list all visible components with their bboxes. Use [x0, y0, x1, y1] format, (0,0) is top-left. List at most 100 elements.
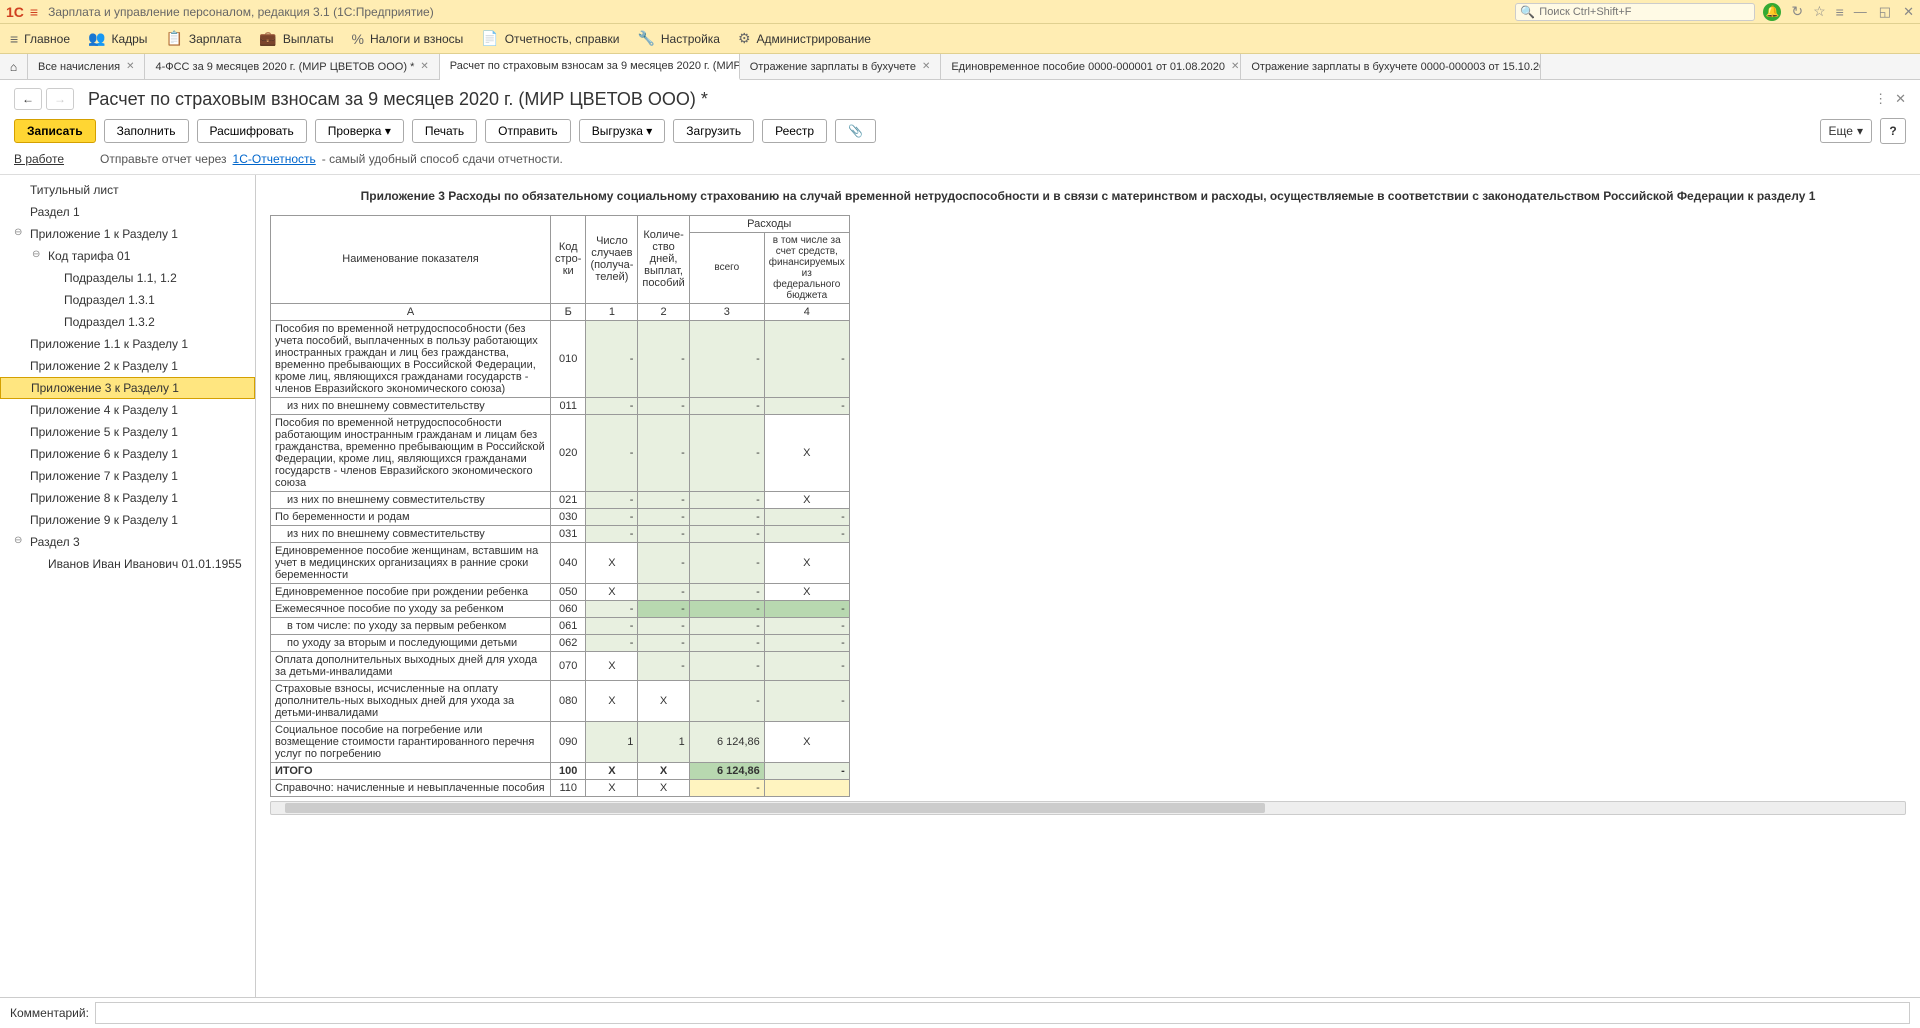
cell-c2[interactable]: -: [638, 542, 689, 583]
cell-c3[interactable]: -: [689, 779, 764, 796]
cell-c4[interactable]: -: [764, 600, 849, 617]
tree-item[interactable]: Код тарифа 01: [0, 245, 255, 267]
cell-c1[interactable]: -: [586, 397, 638, 414]
cell-c3[interactable]: -: [689, 414, 764, 491]
history-icon[interactable]: ↻: [1791, 3, 1803, 20]
cell-c1[interactable]: -: [586, 491, 638, 508]
close-icon[interactable]: ✕: [1903, 4, 1914, 20]
tree-item[interactable]: Раздел 3: [0, 531, 255, 553]
cell-c3[interactable]: -: [689, 542, 764, 583]
write-button[interactable]: Записать: [14, 119, 96, 143]
decode-button[interactable]: Расшифровать: [197, 119, 307, 143]
cell-c1[interactable]: -: [586, 508, 638, 525]
cell-c2[interactable]: -: [638, 320, 689, 397]
cell-c1[interactable]: -: [586, 617, 638, 634]
cell-c3[interactable]: 6 124,86: [689, 762, 764, 779]
upload-button[interactable]: Выгрузка ▾: [579, 119, 666, 143]
cell-c3[interactable]: -: [689, 320, 764, 397]
cell-c2[interactable]: -: [638, 617, 689, 634]
cell-c1[interactable]: -: [586, 525, 638, 542]
cell-c4[interactable]: -: [764, 397, 849, 414]
menu-payments[interactable]: 💼Выплаты: [259, 30, 333, 47]
cell-c2[interactable]: -: [638, 600, 689, 617]
tree-item[interactable]: Приложение 3 к Разделу 1: [0, 377, 255, 399]
tab-3[interactable]: Отражение зарплаты в бухучете✕: [740, 54, 942, 79]
cell-c2[interactable]: 1: [638, 721, 689, 762]
tree-item[interactable]: Раздел 1: [0, 201, 255, 223]
tree-item[interactable]: Приложение 7 к Разделу 1: [0, 465, 255, 487]
menu-personnel[interactable]: 👥Кадры: [88, 30, 147, 47]
bell-icon[interactable]: 🔔: [1763, 3, 1781, 21]
cell-c1[interactable]: -: [586, 600, 638, 617]
download-button[interactable]: Загрузить: [673, 119, 754, 143]
cell-c2[interactable]: -: [638, 414, 689, 491]
close-page-icon[interactable]: ✕: [1895, 91, 1906, 107]
close-icon[interactable]: ✕: [1231, 61, 1239, 72]
cell-c2[interactable]: -: [638, 491, 689, 508]
status-label[interactable]: В работе: [14, 152, 64, 166]
tree-item[interactable]: Приложение 1.1 к Разделу 1: [0, 333, 255, 355]
tree-item[interactable]: Титульный лист: [0, 179, 255, 201]
tab-0[interactable]: Все начисления✕: [28, 54, 145, 79]
forward-button[interactable]: →: [46, 88, 74, 110]
menu-salary[interactable]: 📋Зарплата: [165, 30, 241, 47]
check-button[interactable]: Проверка ▾: [315, 119, 404, 143]
cell-c2[interactable]: -: [638, 634, 689, 651]
attach-button[interactable]: 📎: [835, 119, 876, 143]
settings-icon[interactable]: ≡: [1836, 4, 1844, 20]
tab-2[interactable]: Расчет по страховым взносам за 9 месяцев…: [440, 54, 740, 80]
cell-c1[interactable]: -: [586, 634, 638, 651]
menu-admin[interactable]: ⚙Администрирование: [738, 30, 871, 47]
cell-c4[interactable]: [764, 779, 849, 796]
cell-c3[interactable]: -: [689, 617, 764, 634]
cell-c3[interactable]: -: [689, 508, 764, 525]
cell-c3[interactable]: -: [689, 634, 764, 651]
minimize-icon[interactable]: —: [1854, 4, 1867, 20]
star-icon[interactable]: ☆: [1813, 3, 1826, 20]
tree-item[interactable]: Приложение 2 к Разделу 1: [0, 355, 255, 377]
tree-item[interactable]: Подраздел 1.3.1: [0, 289, 255, 311]
registry-button[interactable]: Реестр: [762, 119, 827, 143]
tab-5[interactable]: Отражение зарплаты в бухучете 0000-00000…: [1241, 54, 1541, 79]
cell-c3[interactable]: -: [689, 651, 764, 680]
close-icon[interactable]: ✕: [922, 61, 930, 72]
search-input[interactable]: [1539, 6, 1750, 18]
fill-button[interactable]: Заполнить: [104, 119, 189, 143]
horizontal-scrollbar[interactable]: [270, 801, 1906, 815]
cell-c3[interactable]: -: [689, 600, 764, 617]
tree-item[interactable]: Приложение 1 к Разделу 1: [0, 223, 255, 245]
cell-c4[interactable]: -: [764, 525, 849, 542]
cell-c2[interactable]: -: [638, 397, 689, 414]
cell-c4[interactable]: -: [764, 762, 849, 779]
menu-main[interactable]: ≡Главное: [10, 31, 70, 47]
cell-c2[interactable]: -: [638, 651, 689, 680]
comment-input[interactable]: [95, 1002, 1910, 1024]
global-search[interactable]: 🔍: [1515, 3, 1755, 21]
tree-item[interactable]: Приложение 5 к Разделу 1: [0, 421, 255, 443]
tree-item[interactable]: Подразделы 1.1, 1.2: [0, 267, 255, 289]
home-tab[interactable]: ⌂: [0, 54, 28, 79]
cell-c2[interactable]: -: [638, 583, 689, 600]
more-button[interactable]: Еще▾: [1820, 119, 1872, 143]
cell-c1[interactable]: 1: [586, 721, 638, 762]
tree-item[interactable]: Приложение 8 к Разделу 1: [0, 487, 255, 509]
menu-reports[interactable]: 📄Отчетность, справки: [481, 30, 619, 47]
cell-c1[interactable]: -: [586, 414, 638, 491]
tree-item[interactable]: Приложение 4 к Разделу 1: [0, 399, 255, 421]
cell-c4[interactable]: -: [764, 634, 849, 651]
cell-c3[interactable]: -: [689, 491, 764, 508]
menu-taxes[interactable]: %Налоги и взносы: [352, 31, 464, 47]
options-icon[interactable]: ⋮: [1874, 91, 1887, 107]
cell-c4[interactable]: -: [764, 617, 849, 634]
print-button[interactable]: Печать: [412, 119, 477, 143]
menu-settings[interactable]: 🔧Настройка: [637, 30, 720, 47]
restore-icon[interactable]: ◱: [1879, 4, 1891, 20]
cell-c3[interactable]: -: [689, 583, 764, 600]
scrollbar-thumb[interactable]: [285, 803, 1265, 813]
cell-c3[interactable]: -: [689, 525, 764, 542]
cell-c4[interactable]: -: [764, 508, 849, 525]
cell-c3[interactable]: 6 124,86: [689, 721, 764, 762]
tree-item[interactable]: Подраздел 1.3.2: [0, 311, 255, 333]
status-link[interactable]: 1С-Отчетность: [233, 152, 316, 166]
cell-c4[interactable]: -: [764, 651, 849, 680]
